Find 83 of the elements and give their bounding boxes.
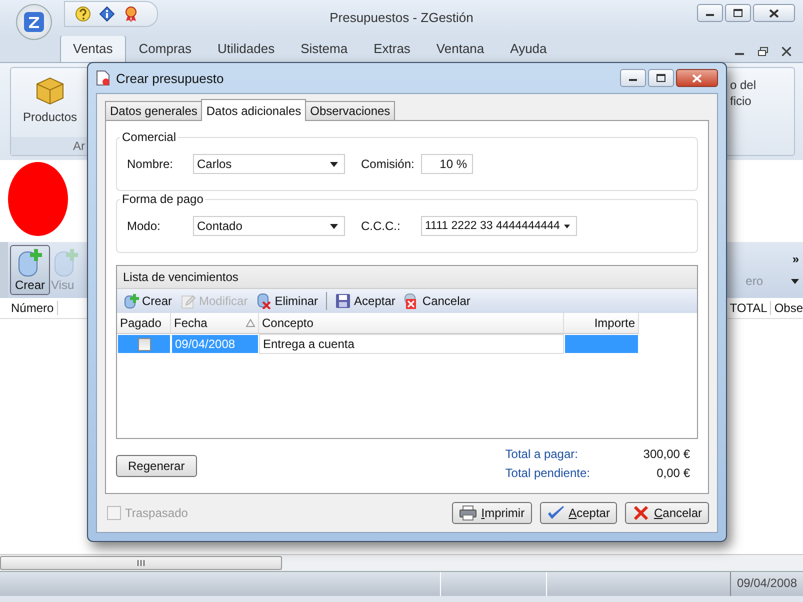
group-legend: Forma de pago <box>120 192 206 206</box>
column-header[interactable]: Fecha <box>171 313 259 334</box>
checkbox[interactable] <box>138 338 150 350</box>
field-label: Nombre: <box>127 157 174 171</box>
ribbon-tab[interactable]: Ventana <box>423 35 498 62</box>
app-menu-button[interactable] <box>16 4 52 40</box>
box-icon <box>34 76 66 106</box>
column-header[interactable]: Concepto <box>259 313 564 334</box>
ribbon-tab[interactable]: Extras <box>360 35 424 62</box>
ribbon-tab[interactable]: Compras <box>126 35 205 62</box>
total-value: 0,00 € <box>656 466 690 480</box>
ribbon-tab[interactable]: Sistema <box>288 35 361 62</box>
dialog-button[interactable]: Cancelar <box>624 502 709 524</box>
toolbar-button[interactable]: Crear <box>123 293 172 309</box>
dropdown-arrow-icon <box>791 278 799 284</box>
pencil-icon <box>180 293 196 309</box>
dropdown-arrow-icon <box>330 224 338 228</box>
close-button[interactable] <box>676 69 718 87</box>
minimize-button[interactable] <box>620 69 646 87</box>
document-icon <box>96 70 110 86</box>
ribbon-tab[interactable]: Utilidades <box>204 35 288 62</box>
field-label: C.C.C.: <box>361 219 402 233</box>
restore-icon[interactable] <box>758 47 768 56</box>
toolbar-button[interactable]: Crear <box>10 245 50 295</box>
dialog-button[interactable]: Imprimir <box>452 502 532 524</box>
ribbon-tab[interactable]: Ayuda <box>497 35 560 62</box>
app-logo <box>23 11 45 33</box>
overflow-button[interactable]: » <box>792 252 799 266</box>
scrollbar-thumb[interactable] <box>0 556 282 570</box>
field-label: Modo: <box>127 219 162 233</box>
award-ribbon-icon[interactable] <box>123 6 139 22</box>
products-button[interactable]: Productos <box>11 68 89 124</box>
regenerate-button[interactable]: Regenerar <box>116 455 197 477</box>
column-header[interactable]: Pagado <box>117 313 171 334</box>
name-dropdown[interactable]: Carlos <box>193 154 345 174</box>
minimize-button[interactable] <box>697 4 723 22</box>
help-icon[interactable] <box>75 6 91 22</box>
account-dropdown[interactable]: 1111 2222 33 4444444444 <box>421 216 577 236</box>
tab[interactable]: Observaciones <box>305 101 396 120</box>
maximize-icon <box>656 74 666 82</box>
group-legend: Comercial <box>120 130 178 144</box>
database-delete-icon <box>256 293 272 309</box>
table-cell[interactable]: Entrega a cuenta <box>259 334 564 354</box>
record-dot-icon <box>8 162 68 236</box>
total-value: 300,00 € <box>642 447 690 461</box>
ribbon-tab[interactable]: Ventas <box>60 35 126 62</box>
printer-icon <box>459 505 478 521</box>
field-label: Comisión: <box>361 157 416 171</box>
dialog-button[interactable]: Aceptar <box>540 502 617 524</box>
toolbar-button[interactable]: Cancelar <box>403 293 470 309</box>
close-icon[interactable] <box>782 47 791 56</box>
toolbar-button[interactable]: Eliminar <box>256 293 318 309</box>
checkmark-icon <box>546 505 565 521</box>
total-label: Total pendiente: <box>505 466 590 480</box>
column-header[interactable]: Importe <box>564 313 639 334</box>
maximize-icon <box>733 9 743 17</box>
close-button[interactable] <box>753 4 795 22</box>
table-cell: 09/04/2008 <box>171 334 259 354</box>
tab[interactable]: Datos generales <box>105 101 202 120</box>
column-header[interactable]: Número <box>8 301 58 315</box>
list-title: Lista de vencimientos <box>123 270 238 284</box>
window-title: Presupuestos - ZGestión <box>330 10 474 25</box>
status-date: 09/04/2008 <box>730 572 803 596</box>
database-add-icon <box>123 293 139 309</box>
sort-arrow-icon <box>246 319 255 327</box>
dialog-title: Crear presupuesto <box>116 70 224 86</box>
maximize-button[interactable] <box>648 69 674 87</box>
close-icon <box>632 505 650 521</box>
tab[interactable]: Datos adicionales <box>201 99 306 121</box>
total-label: Total a pagar: <box>505 447 579 461</box>
close-icon <box>769 8 779 18</box>
dropdown-arrow-icon <box>330 162 338 166</box>
column-header[interactable]: Obse <box>771 301 803 315</box>
commission-field[interactable]: 10 % <box>421 154 473 174</box>
group-label: Ar <box>11 137 89 155</box>
toolbar-button[interactable]: Aceptar <box>335 293 396 309</box>
close-icon <box>692 74 702 82</box>
dropdown-arrow-icon <box>564 224 570 228</box>
maximize-button[interactable] <box>725 4 751 22</box>
table-cell[interactable] <box>117 334 171 354</box>
info-icon[interactable] <box>99 6 115 22</box>
save-icon <box>335 293 352 309</box>
mode-dropdown[interactable]: Contado <box>193 216 345 236</box>
